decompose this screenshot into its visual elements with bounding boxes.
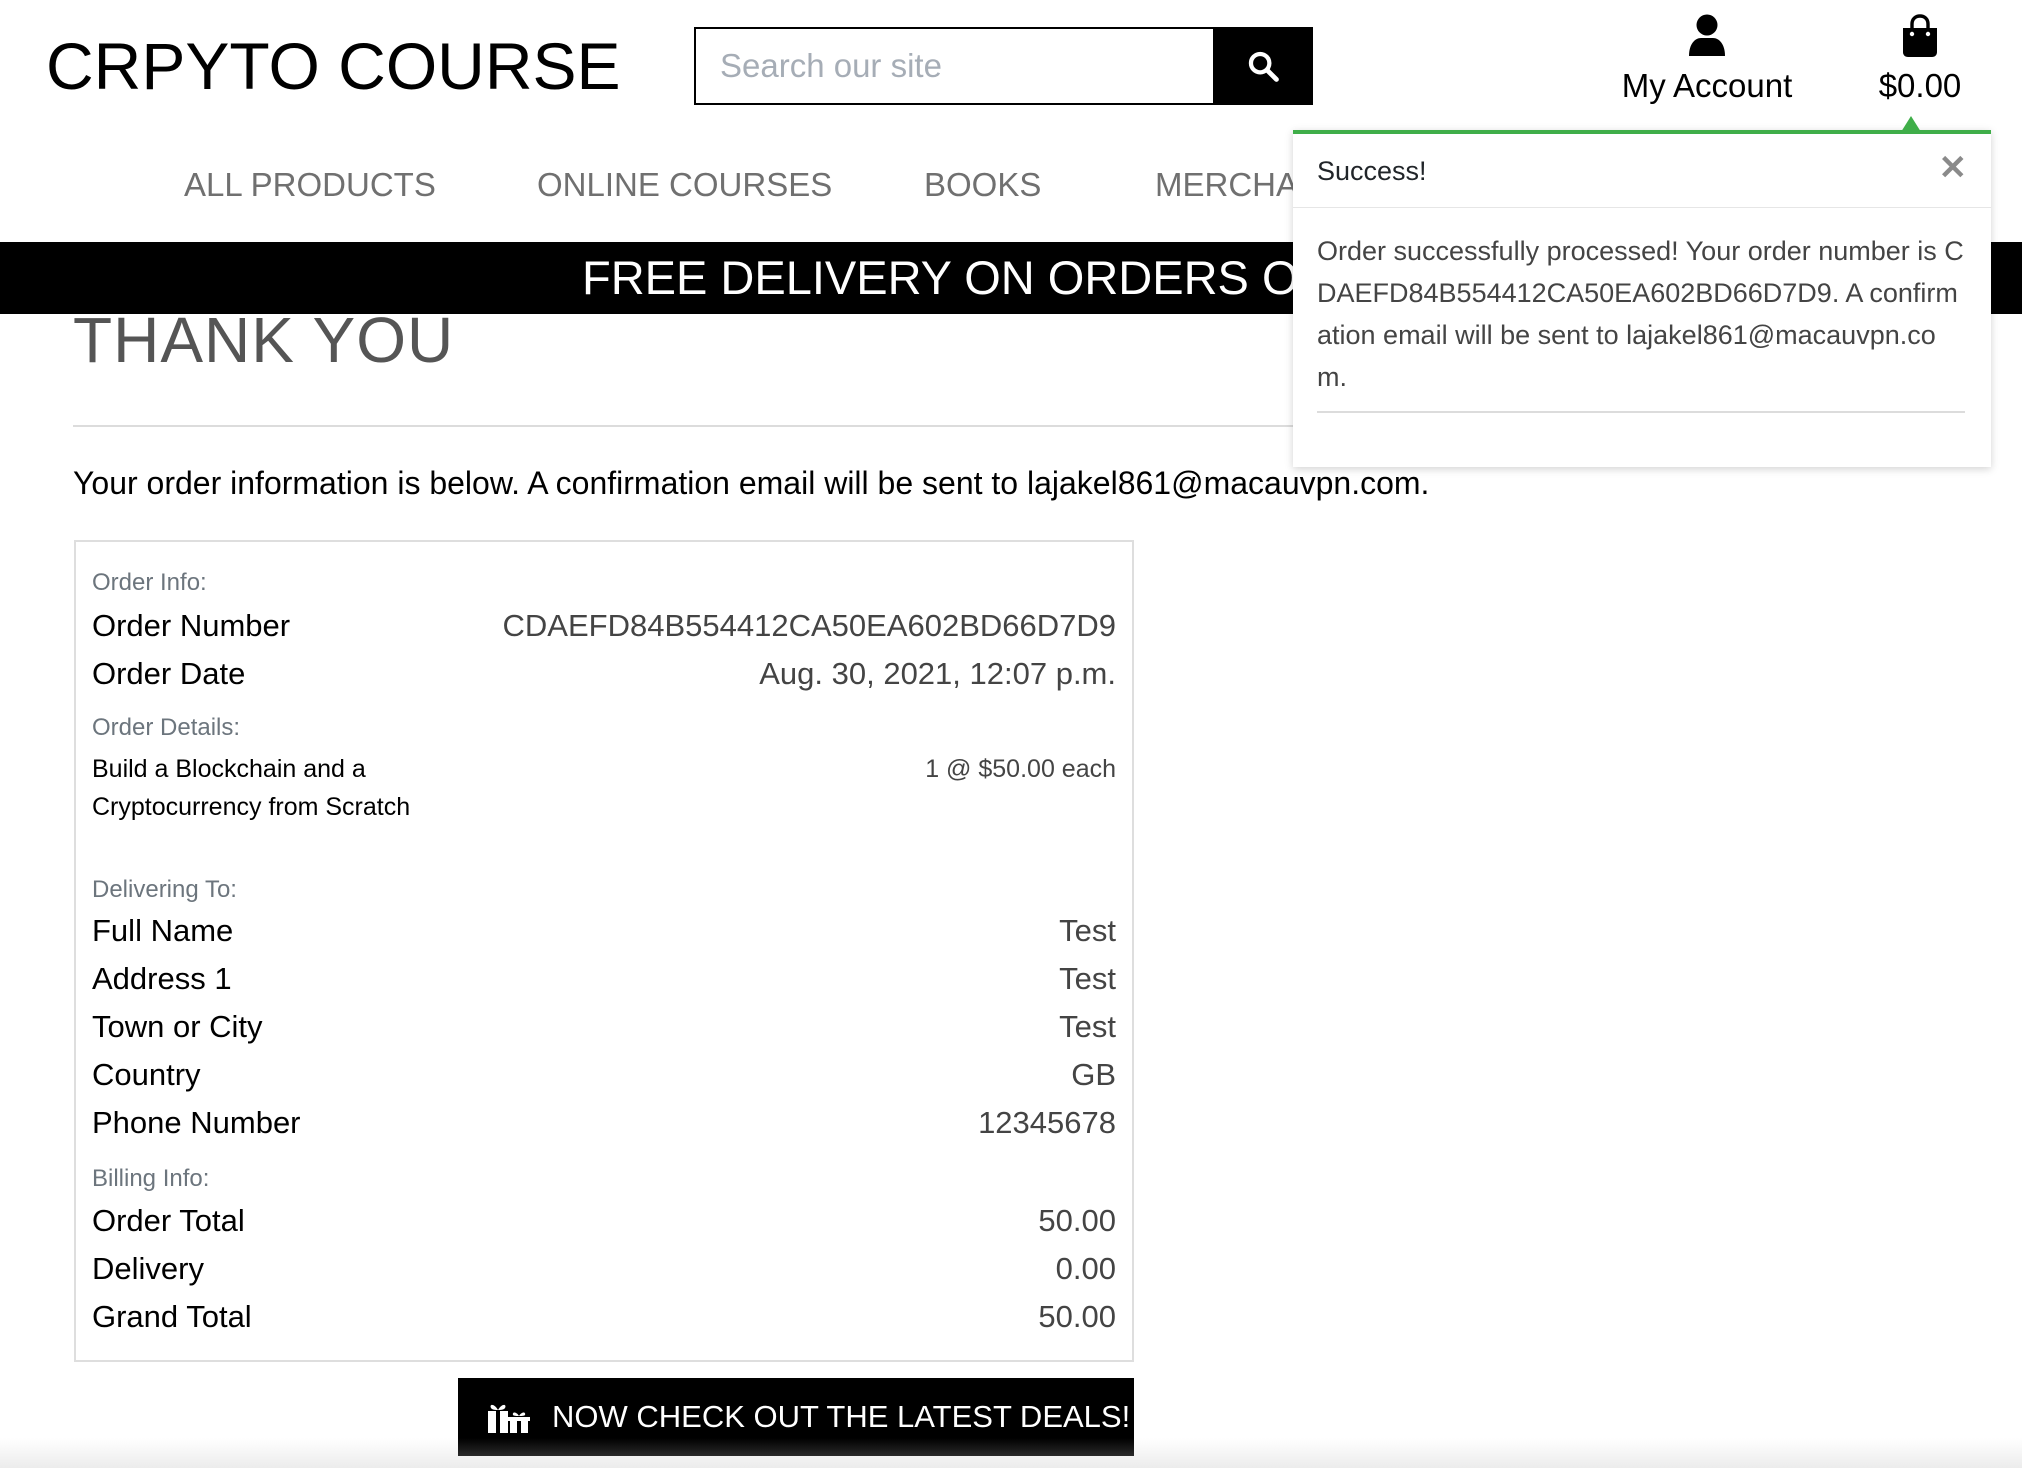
nav-item-online-courses[interactable]: ONLINE COURSES bbox=[537, 160, 832, 210]
delivery-label: Delivery bbox=[92, 1251, 204, 1286]
shopping-bag-icon bbox=[1903, 14, 1937, 57]
gifts-icon bbox=[486, 1399, 530, 1435]
order-number-value: CDAEFD84B554412CA50EA602BD66D7D9 bbox=[502, 608, 1116, 643]
full-name-label: Full Name bbox=[92, 913, 234, 948]
latest-deals-label: NOW CHECK OUT THE LATEST DEALS! bbox=[552, 1399, 1131, 1434]
grand-total-label: Grand Total bbox=[92, 1299, 252, 1334]
toast-header: Success! ✕ bbox=[1293, 134, 1991, 208]
shopping-bag-link[interactable]: $0.00 bbox=[1870, 14, 1970, 106]
search-input[interactable] bbox=[694, 27, 1213, 105]
intro-text: Your order information is below. A confi… bbox=[73, 465, 1027, 501]
billing-heading: Billing Info: bbox=[92, 1165, 210, 1192]
search-icon bbox=[1248, 51, 1279, 82]
customer-email: lajakel861@macauvpn.com bbox=[1026, 465, 1421, 501]
grand-total-value: 50.00 bbox=[1038, 1299, 1116, 1334]
bag-total: $0.00 bbox=[1878, 67, 1962, 104]
order-details-heading: Order Details: bbox=[92, 714, 241, 741]
order-summary: Order Info: Order Number CDAEFD84B554412… bbox=[74, 540, 1134, 1362]
order-info-heading: Order Info: bbox=[92, 569, 207, 596]
my-account-label: My Account bbox=[1621, 67, 1793, 104]
delivery-value: 0.00 bbox=[1055, 1251, 1116, 1286]
intro-suffix: . bbox=[1420, 465, 1430, 501]
town-label: Town or City bbox=[92, 1009, 263, 1044]
phone-value: 12345678 bbox=[978, 1105, 1116, 1140]
my-account-link[interactable]: My Account bbox=[1620, 14, 1794, 106]
success-toast: Success! ✕ Order successfully processed!… bbox=[1293, 116, 1991, 467]
close-icon[interactable]: ✕ bbox=[1939, 148, 1968, 188]
address1-value: Test bbox=[1059, 961, 1116, 996]
nav-item-books[interactable]: BOOKS bbox=[924, 160, 1041, 210]
site-logo[interactable]: CRPYTO COURSE bbox=[46, 28, 621, 104]
address1-label: Address 1 bbox=[92, 961, 232, 996]
nav-item-all-products[interactable]: ALL PRODUCTS bbox=[184, 160, 436, 210]
delivery-banner-text: FREE DELIVERY ON ORDERS OVER bbox=[582, 251, 1396, 304]
order-total-value: 50.00 bbox=[1038, 1203, 1116, 1238]
delivering-heading: Delivering To: bbox=[92, 876, 237, 903]
order-intro: Your order information is below. A confi… bbox=[73, 462, 1429, 504]
order-item-quantity: 1 @ $50.00 each bbox=[925, 755, 1116, 783]
search-form bbox=[694, 27, 1313, 105]
user-icon bbox=[1689, 14, 1725, 56]
country-value: GB bbox=[1071, 1057, 1116, 1092]
divider bbox=[73, 425, 1433, 427]
page-bottom-shadow bbox=[0, 1438, 2022, 1468]
page-title: THANK YOU bbox=[73, 304, 455, 376]
main-nav: ALL PRODUCTS ONLINE COURSES BOOKS MERCHA… bbox=[0, 160, 1399, 210]
order-item-name: Build a Blockchain and a Cryptocurrency … bbox=[92, 755, 411, 821]
town-value: Test bbox=[1059, 1009, 1116, 1044]
phone-label: Phone Number bbox=[92, 1105, 301, 1140]
toast-title: Success! bbox=[1317, 156, 1427, 186]
toast-divider bbox=[1317, 411, 1965, 413]
toast-message: Order successfully processed! Your order… bbox=[1317, 236, 1964, 392]
full-name-value: Test bbox=[1059, 913, 1116, 948]
order-date-label: Order Date bbox=[92, 656, 246, 691]
toast-arrow bbox=[1901, 116, 1921, 132]
order-date-value: Aug. 30, 2021, 12:07 p.m. bbox=[759, 656, 1116, 691]
order-number-label: Order Number bbox=[92, 608, 291, 643]
order-total-label: Order Total bbox=[92, 1203, 245, 1238]
country-label: Country bbox=[92, 1057, 201, 1092]
search-button[interactable] bbox=[1213, 27, 1313, 105]
